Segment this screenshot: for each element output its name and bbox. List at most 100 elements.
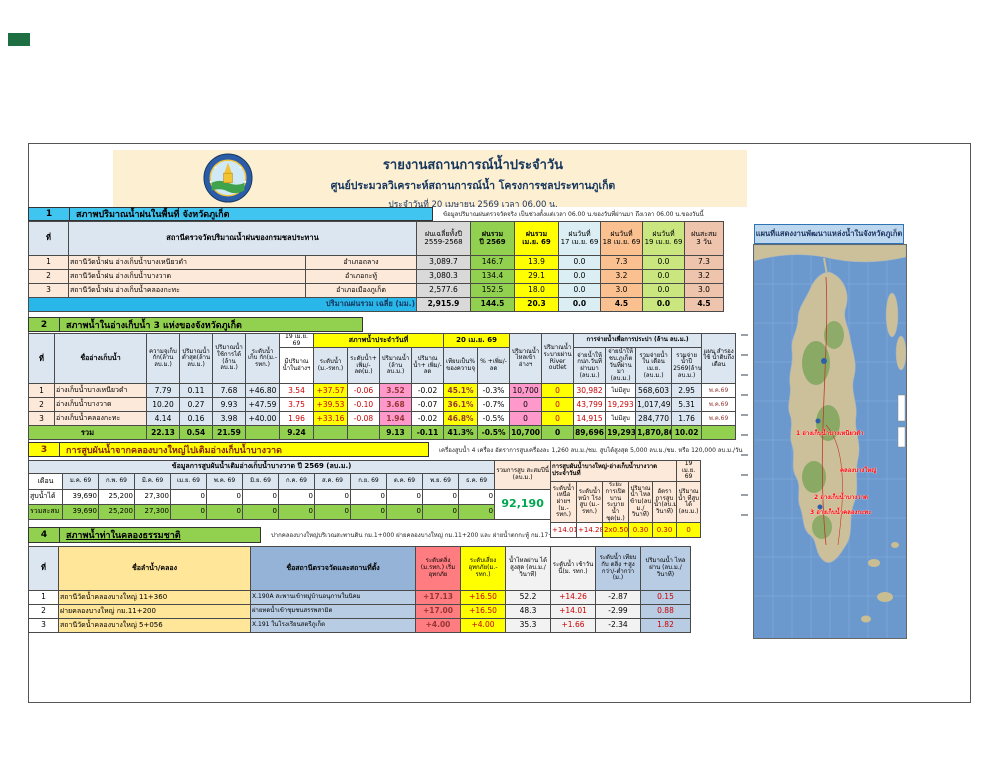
cell: 14,915 — [574, 412, 606, 426]
rain-table: ที่สถานีตรวจวัดปริมาณน้ำฝนของกรมชลประทาน… — [28, 221, 724, 312]
cell: ปริมาณฝนรวม เฉลี่ย (มม.) — [29, 298, 417, 312]
cell: 0 — [387, 490, 423, 505]
cell: ม.ค. 69 — [63, 474, 99, 490]
cell: 0 — [510, 412, 542, 426]
cell: 2 — [29, 605, 59, 619]
cell: 144.5 — [471, 298, 515, 312]
cell: -0.07 — [412, 398, 444, 412]
table-row: 3สถานีวัดน้ำคลองบางใหญ่ 5+056X.191 ในโรง… — [29, 619, 691, 633]
cell: แผน สำรองใช้ น้ำดิบถึง เดือน — [702, 334, 736, 384]
cell: เดือน — [29, 474, 63, 490]
cell: +14.01 — [551, 605, 596, 619]
cell: 0.0 — [643, 284, 685, 298]
cell: 3.0 — [685, 284, 724, 298]
cell: 27,300 — [135, 490, 171, 505]
cell: 0 — [459, 505, 495, 520]
cell: ระดับเสี่ยง อุทกภัย(ม.- รทก.) — [461, 547, 506, 591]
cell: 0.0 — [643, 270, 685, 284]
cell: ฝนรวม ปี 2569 — [471, 222, 515, 256]
section-2-title: สภาพน้ำในอ่างเก็บน้ำ 3 แห่งของจังหวัดภูเ… — [60, 317, 363, 332]
cell: 0.0 — [559, 298, 601, 312]
section-4-number: 4 — [28, 527, 60, 543]
cell: 0.0 — [643, 298, 685, 312]
cell: อ่างเก็บน้ำบางวาด — [55, 398, 147, 412]
cell: เทียบเป็น% ของความจุ — [444, 348, 478, 384]
table-row: 2ฝายคลองบางใหญ่ กม.11+200ฝายทดน้ำเข้าชุม… — [29, 605, 691, 619]
cell: น้ำไหลผ่าน ได้สูงสุด (ลบ.ม./ วินาที) — [506, 547, 551, 591]
cell: +17.00 — [416, 605, 461, 619]
map-panel: แผนที่แสดงงานพัฒนาแหล่งน้ำในจังหวัดภูเก็… — [753, 222, 905, 637]
cell: +14.26 — [551, 591, 596, 605]
cell: สถานีวัดน้ำคลองบางใหญ่ 5+056 — [59, 619, 251, 633]
section-1-note: ข้อมูลปริมาณฝนตรวจวัดจริง เป็นช่วงตั้งแต… — [443, 209, 704, 219]
cell: ไม่มีสูบ — [606, 384, 636, 398]
cell: 2 — [29, 270, 69, 284]
cell: -0.10 — [348, 398, 380, 412]
cell: 19,293 — [606, 426, 636, 440]
cell: 29.1 — [515, 270, 559, 284]
cell: 2 — [29, 398, 55, 412]
cell: 1 — [29, 591, 59, 605]
cell: 30,982 — [574, 384, 606, 398]
cell: 0 — [315, 490, 351, 505]
cell: 284,770 — [636, 412, 672, 426]
cell: ระดับน้ำ เช้าวันนี้(ม. รทก.) — [551, 547, 596, 591]
cell: 20.3 — [515, 298, 559, 312]
map-label: คลองบางใหญ่ — [840, 465, 876, 475]
cell: 0 — [459, 490, 495, 505]
cell: 3.68 — [380, 398, 412, 412]
cell: ก.ย. 69 — [351, 474, 387, 490]
cell: 0.0 — [559, 284, 601, 298]
cell: ที่ — [29, 547, 59, 591]
table-row: 1สถานีวัดน้ำฝน อ่างเก็บน้ำบางเหนียวดำอำเ… — [29, 256, 724, 270]
cell: การจ่ายน้ำเพื่อการประปา (ล้าน ลบ.ม.) — [574, 334, 702, 348]
cell: +16.50 — [461, 605, 506, 619]
cell: 22.13 — [147, 426, 180, 440]
section-1-bar: 1 สภาพปริมาณน้ำฝนในพื้นที่ จังหวัดภูเก็ต… — [28, 207, 704, 221]
map-label: 3 อ่างเก็บน้ำคลองกะทะ — [810, 507, 871, 517]
table-row: 1สถานีวัดน้ำคลองบางใหญ่ 11+360X.190A สะพ… — [29, 591, 691, 605]
table-row: 3อ่างเก็บน้ำคลองกะทะ4.140.163.98+40.001.… — [29, 412, 736, 426]
cell: 0.30 — [653, 523, 677, 538]
section-3-title: การสูบผันน้ำจากคลองบางใหญ่ไปเติมอ่างเก็บ… — [60, 442, 429, 457]
cell: +40.00 — [246, 412, 280, 426]
cell: เม.ย. 69 — [171, 474, 207, 490]
table-row: +14.01+14.282x0.500.300.300 — [551, 523, 701, 538]
cell: 146.7 — [471, 256, 515, 270]
cell: +46.80 — [246, 384, 280, 398]
cell: 0 — [387, 505, 423, 520]
cell: 1,017,491 — [636, 398, 672, 412]
cell: 0.15 — [641, 591, 691, 605]
pump-table: ข้อมูลการสูบผันน้ำเติมอ่างเก็บน้ำบางวาด … — [28, 460, 551, 520]
cell: 0 — [542, 384, 574, 398]
pump-summary-table: การสูบผันน้ำบางใหญ่-อ่างเก็บน้ำบางวาด ปร… — [550, 460, 701, 538]
cell: -0.5% — [478, 412, 510, 426]
cell: ปริมาณน้ำ ใช้การได้ (ล้าน ลบ.ม.) — [213, 334, 246, 384]
cell: ชื่อสถานีตรวจวัดและสถานที่ตั้ง — [251, 547, 416, 591]
cell: ข้อมูลการสูบผันน้ำเติมอ่างเก็บน้ำบางวาด … — [29, 461, 495, 474]
cell: ระดับตลิ่ง (ม.รทก.) เริ่มอุทกภัย — [416, 547, 461, 591]
cell: ปริมาณน้ำ ที่สูบได้ (ลบ.ม.) — [677, 482, 701, 523]
cell: 0.27 — [180, 398, 213, 412]
cell: พ.ค. 69 — [207, 474, 243, 490]
report-subtitle: ศูนย์ประมวลวิเคราะห์สถานการณ์น้ำ โครงการ… — [253, 177, 693, 194]
cell: ชื่ออ่างเก็บน้ำ — [55, 334, 147, 384]
cell: 1.82 — [641, 619, 691, 633]
table-row: 1อ่างเก็บน้ำบางเหนียวดำ7.790.117.68+46.8… — [29, 384, 736, 398]
table-row: ข้อมูลการสูบผันน้ำเติมอ่างเก็บน้ำบางวาด … — [29, 461, 551, 474]
cell: ระดับน้ำ (ม.-รทก.) — [314, 348, 348, 384]
cell: 19 เม.ย. 69 — [677, 461, 701, 482]
cell: 10.20 — [147, 398, 180, 412]
cell: +4.00 — [461, 619, 506, 633]
cell: 43,799 — [574, 398, 606, 412]
table-row: รวมสะสม39,69025,20027,300000000000 — [29, 505, 551, 520]
cell: 0.16 — [180, 412, 213, 426]
cell: -2.99 — [596, 605, 641, 619]
cell: มิ.ย. 69 — [243, 474, 279, 490]
canal-table: ที่ชื่อลำน้ำ/คลองชื่อสถานีตรวจวัดและสถาน… — [28, 546, 691, 633]
section-4-bar: 4 สภาพน้ำท่าในคลองธรรมชาติ ปากคลองบางใหญ… — [28, 527, 565, 543]
cell: 89,696 — [574, 426, 606, 440]
report-header: รายงานสถานการณ์น้ำประจำวัน ศูนย์ประมวลวิ… — [113, 150, 747, 207]
cell: 0 — [677, 523, 701, 538]
cell: ฝนสะสม 3 วัน — [685, 222, 724, 256]
